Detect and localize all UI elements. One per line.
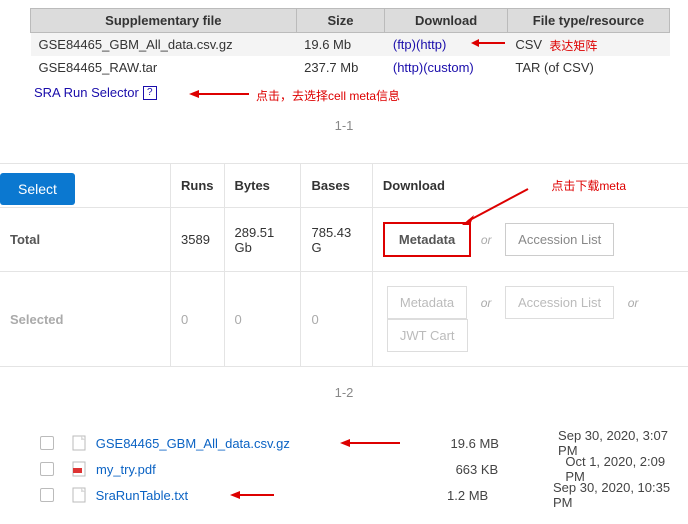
supplementary-table: Supplementary file Size Download File ty… [30, 8, 670, 79]
file-name-link[interactable]: GSE84465_GBM_All_data.csv.gz [96, 436, 321, 451]
arrow-left-icon [189, 88, 249, 103]
file-name-link[interactable]: SraRunTable.txt [96, 488, 317, 503]
section-1: Supplementary file Size Download File ty… [0, 8, 688, 133]
cell-size: 237.7 Mb [296, 56, 385, 79]
th-download: Download [385, 9, 507, 33]
or-text: or [481, 233, 492, 247]
http-link[interactable]: (http) [416, 37, 446, 52]
selected-row: Selected 0 0 0 Metadata or Accession Lis… [0, 272, 688, 367]
select-button[interactable]: Select [0, 173, 75, 205]
checkbox[interactable] [40, 488, 54, 502]
checkbox[interactable] [40, 462, 54, 476]
or-text: or [628, 296, 639, 310]
th-bytes: Bytes [224, 164, 301, 208]
th-runs: Runs [171, 164, 225, 208]
cell-download-buttons: Metadata or Accession List [372, 208, 688, 272]
file-row: GSE84465_GBM_All_data.csv.gz 19.6 MB Sep… [40, 430, 688, 456]
table-row: GSE84465_RAW.tar 237.7 Mb (http)(custom)… [31, 56, 670, 79]
jwt-cart-button-disabled: JWT Cart [387, 319, 468, 352]
cell-filename: GSE84465_RAW.tar [31, 56, 297, 79]
cell-download: (ftp)(http) [385, 33, 507, 57]
http-link[interactable]: (http) [393, 60, 423, 75]
checkbox[interactable] [40, 436, 54, 450]
cell-filename: GSE84465_GBM_All_data.csv.gz [31, 33, 297, 57]
th-download: Download [372, 164, 688, 208]
th-bases: Bases [301, 164, 372, 208]
row-label: Selected [0, 272, 171, 367]
th-type: File type/resource [507, 9, 669, 33]
metadata-button-disabled: Metadata [387, 286, 467, 319]
figure-label-1: 1-1 [0, 118, 688, 133]
file-date: Sep 30, 2020, 10:35 PM [553, 480, 688, 510]
th-size: Size [296, 9, 385, 33]
arrow-left-icon [340, 437, 400, 452]
cell-size: 19.6 Mb [296, 33, 385, 57]
or-text: or [481, 296, 492, 310]
annotation-expression-matrix: 表达矩阵 [549, 37, 597, 54]
cell-runs: 0 [171, 272, 225, 367]
table-header-row: Supplementary file Size Download File ty… [31, 9, 670, 33]
help-icon[interactable]: ? [143, 86, 157, 100]
file-row: my_try.pdf 663 KB Oct 1, 2020, 2:09 PM [40, 456, 688, 482]
file-size: 663 KB [456, 462, 566, 477]
ftp-link[interactable]: (ftp) [393, 37, 416, 52]
arrow-left-icon [230, 489, 274, 504]
file-name-link[interactable]: my_try.pdf [96, 462, 326, 477]
section-2: Select 点击下载meta Runs Bytes Bases Downloa… [0, 163, 688, 400]
sra-run-selector-row: SRA Run Selector ? 点击，去选择cell meta信息 [34, 85, 688, 100]
cell-type: CSV 表达矩阵 [507, 33, 669, 57]
cell-download: (http)(custom) [385, 56, 507, 79]
type-text: CSV [515, 37, 542, 52]
total-row: Total 3589 289.51 Gb 785.43 G Metadata o… [0, 208, 688, 272]
annotation-click-meta: 点击，去选择cell meta信息 [256, 87, 400, 104]
arrow-diagonal-icon [460, 185, 530, 228]
cell-bytes: 0 [224, 272, 301, 367]
sra-run-selector-link[interactable]: SRA Run Selector [34, 85, 139, 100]
file-icon [72, 435, 86, 451]
file-size: 1.2 MB [447, 488, 553, 503]
cell-type: TAR (of CSV) [507, 56, 669, 79]
arrow-left-icon [471, 37, 505, 52]
file-icon [72, 487, 86, 503]
annotation-download-meta: 点击下载meta [551, 177, 626, 194]
row-label: Total [0, 208, 171, 272]
accession-list-button-disabled: Accession List [505, 286, 614, 319]
cell-runs: 3589 [171, 208, 225, 272]
th-file: Supplementary file [31, 9, 297, 33]
section-3: GSE84465_GBM_All_data.csv.gz 19.6 MB Sep… [40, 430, 688, 508]
cell-bytes: 289.51 Gb [224, 208, 301, 272]
table-row: GSE84465_GBM_All_data.csv.gz 19.6 Mb (ft… [31, 33, 670, 57]
file-size: 19.6 MB [451, 436, 559, 451]
metadata-button[interactable]: Metadata [383, 222, 471, 257]
figure-label-2: 1-2 [0, 385, 688, 400]
cell-bases: 0 [301, 272, 372, 367]
cell-bases: 785.43 G [301, 208, 372, 272]
pdf-icon [72, 461, 86, 477]
cell-download-buttons: Metadata or Accession List or JWT Cart [372, 272, 688, 367]
file-row: SraRunTable.txt 1.2 MB Sep 30, 2020, 10:… [40, 482, 688, 508]
custom-link[interactable]: (custom) [423, 60, 474, 75]
